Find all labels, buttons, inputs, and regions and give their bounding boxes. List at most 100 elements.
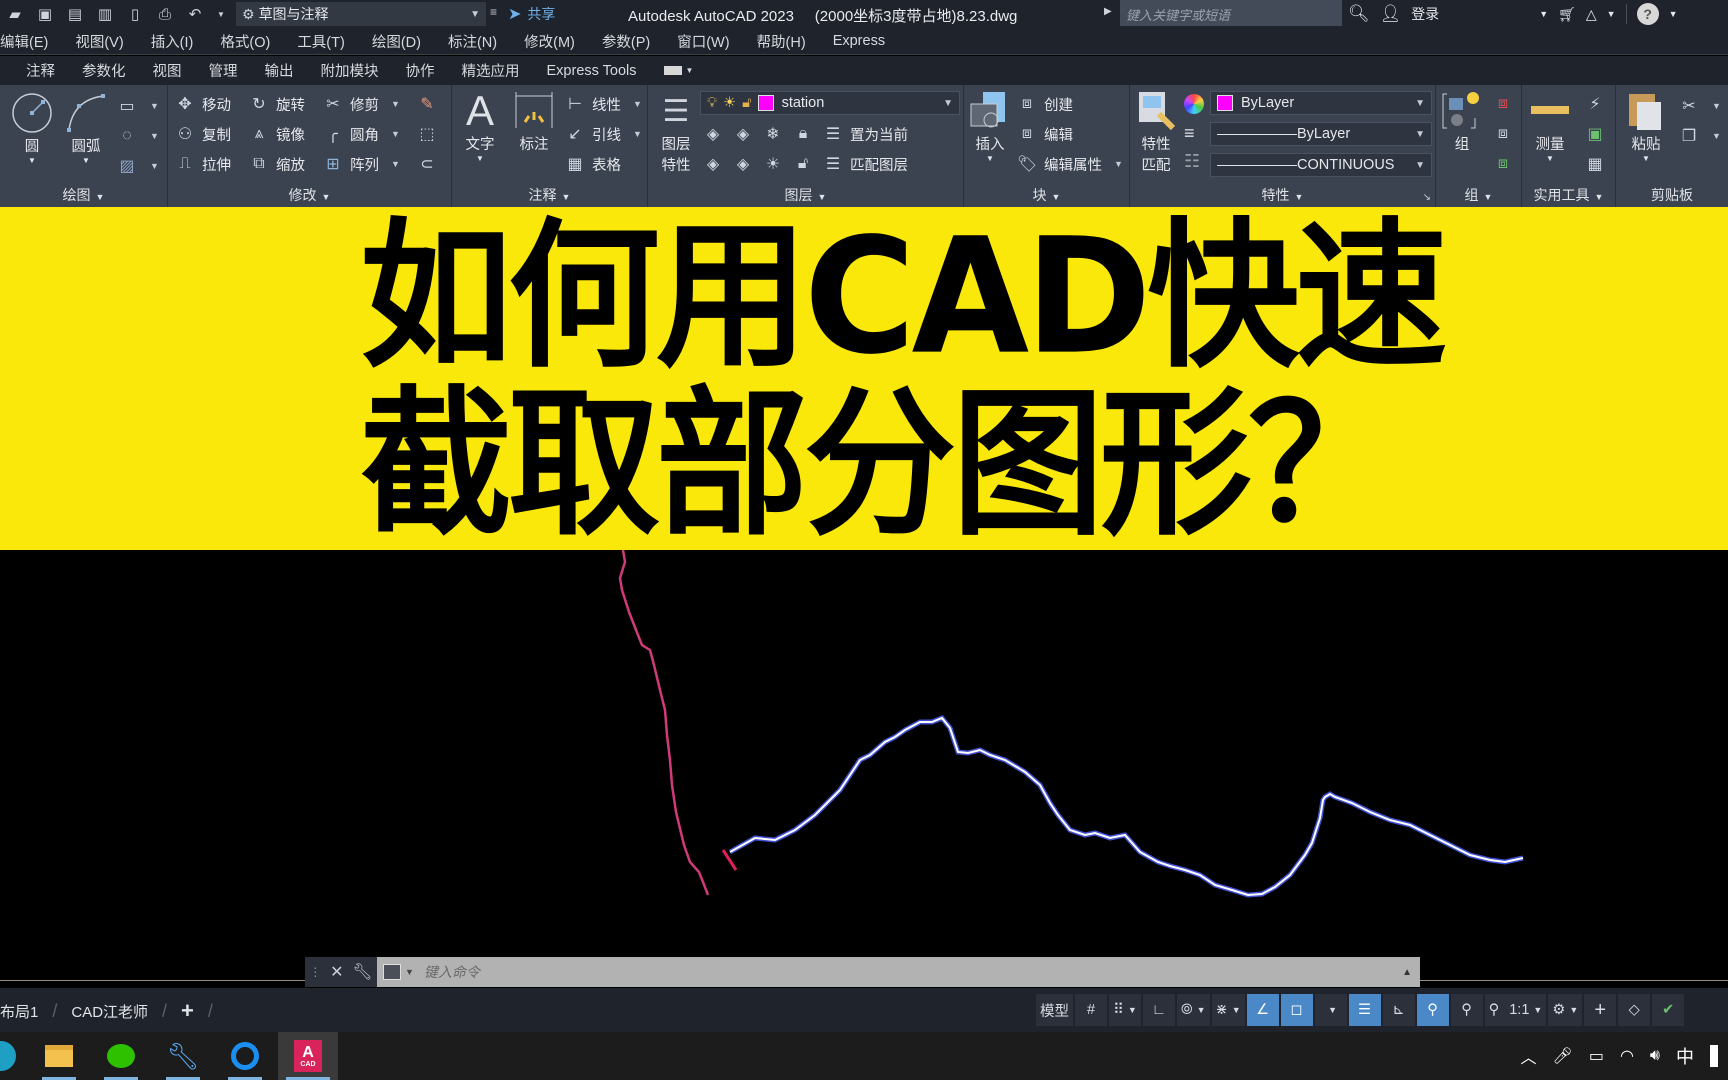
ime-indicator[interactable]: 中	[1676, 1043, 1694, 1069]
trim-button[interactable]: ✂ 修剪 ▼	[322, 93, 400, 115]
panel-annotation-label[interactable]: 注释 ▼	[452, 185, 647, 205]
layer-dropdown[interactable]: 💡︎ ☀ 🔓︎ station ▼	[700, 91, 960, 115]
dimension-button[interactable]: 标注	[512, 89, 556, 154]
search-expand-icon[interactable]: ▶	[1104, 6, 1112, 17]
menu-dimension[interactable]: 标注(N)	[448, 31, 497, 52]
erase-button[interactable]: ✎	[416, 93, 438, 115]
polar-button[interactable]: ⦾ ▼	[1177, 994, 1210, 1026]
tab-layout1[interactable]: 布局1	[0, 1001, 38, 1022]
rotate-button[interactable]: ↻ 旋转	[248, 93, 305, 115]
signin-label[interactable]: 登录	[1411, 4, 1439, 24]
battery-icon[interactable]: ▭	[1589, 1046, 1604, 1066]
layer-lock-button[interactable]: 🔒︎	[792, 123, 814, 145]
tab-express-tools[interactable]: Express Tools	[547, 63, 637, 79]
help-icon[interactable]: ?	[1636, 3, 1659, 25]
explode-button[interactable]: ⬚	[416, 123, 438, 145]
copy-button[interactable]: ⚇ 复制	[174, 123, 231, 145]
make-current-button[interactable]: ☰ 置为当前	[822, 123, 908, 145]
move-button[interactable]: ✥ 移动	[174, 93, 231, 115]
fillet-button[interactable]: ╭ 圆角 ▼	[322, 123, 400, 145]
workspace-switcher[interactable]: ⚙ 草图与注释 ▼	[236, 2, 486, 26]
copy-clip-button[interactable]: ❐ ▼	[1678, 125, 1721, 147]
plot-icon[interactable]: ⎙	[154, 3, 176, 25]
group-edit-button[interactable]: ⧈	[1492, 123, 1514, 145]
taskbar-qq-browser[interactable]	[220, 1032, 270, 1080]
command-history-up-icon[interactable]: ▲	[1402, 967, 1412, 978]
autodesk-app-icon[interactable]: △	[1586, 6, 1597, 23]
taskbar-wechat[interactable]	[96, 1032, 146, 1080]
search-icon[interactable]: 🔍︎	[1348, 4, 1370, 24]
user-icon[interactable]: 👤︎	[1380, 4, 1402, 24]
command-line-handle[interactable]: ⋮ ✕ 🔧︎	[305, 957, 377, 987]
match-properties-button[interactable]: 特性 匹配	[1134, 89, 1178, 175]
clean-screen-button[interactable]: ✔	[1652, 994, 1685, 1026]
notification-icon[interactable]	[1710, 1045, 1718, 1067]
app-dropdown-icon[interactable]: ▼	[1607, 9, 1616, 19]
dialog-launcher-icon[interactable]: ↘	[1423, 192, 1431, 203]
object-snap-button[interactable]: ◻	[1280, 994, 1313, 1026]
close-icon[interactable]: ✕	[330, 962, 343, 982]
lineweight-dropdown[interactable]: ByLayer ▼	[1210, 122, 1432, 146]
grid-button[interactable]: #	[1075, 994, 1107, 1026]
arc-button[interactable]: 圆弧 ▼	[64, 91, 108, 165]
ribbon-minimize-dropdown-icon[interactable]: ▼	[686, 66, 694, 75]
show-hidden-icons-icon[interactable]: ︿	[1520, 1044, 1536, 1068]
wifi-icon[interactable]: ◠	[1620, 1046, 1634, 1066]
panel-properties-label[interactable]: 特性 ▼	[1130, 185, 1435, 205]
rectangle-button[interactable]: ▭ ▼	[116, 95, 158, 117]
share-drawing-icon[interactable]: ▯	[124, 3, 146, 25]
terminal-icon[interactable]	[383, 964, 401, 980]
annotation-visibility-button[interactable]: ⚲	[1416, 994, 1449, 1026]
tab-collaborate[interactable]: 协作	[406, 60, 435, 81]
tab-parametric[interactable]: 参数化	[82, 60, 126, 81]
tab-addins[interactable]: 附加模块	[321, 60, 379, 81]
layer-thaw-button[interactable]: ☀	[762, 153, 784, 175]
signin-dropdown-icon[interactable]: ▼	[1539, 9, 1548, 19]
add-layout-button[interactable]: +	[181, 998, 194, 1024]
tab-featured-apps[interactable]: 精选应用	[462, 60, 520, 81]
recent-commands-dropdown-icon[interactable]: ▼	[405, 967, 414, 977]
ellipse-button[interactable]: ◌ ▼	[116, 125, 159, 147]
quick-select-button[interactable]: ⚡	[1584, 93, 1606, 115]
panel-draw-label[interactable]: 绘图 ▼	[0, 185, 167, 205]
calculator-button[interactable]: ▦	[1584, 153, 1606, 175]
leader-button[interactable]: ↙ 引线 ▼	[564, 123, 642, 145]
array-button[interactable]: ⊞ 阵列 ▼	[322, 153, 400, 175]
taskbar-autocad[interactable]: A CAD	[278, 1032, 338, 1080]
menu-help[interactable]: 帮助(H)	[757, 31, 806, 52]
snap-button[interactable]: ⠿ ▼	[1109, 994, 1141, 1026]
save-as-icon[interactable]: ▤	[64, 3, 86, 25]
tab-annotate[interactable]: 注释	[26, 60, 55, 81]
taskbar-edge[interactable]	[0, 1032, 26, 1080]
match-layer-button[interactable]: ☰ 匹配图层	[822, 153, 908, 175]
undo-icon[interactable]: ↶	[184, 3, 206, 25]
edit-attributes-button[interactable]: 🏷︎ 编辑属性 ▼	[1016, 153, 1123, 175]
ortho-button[interactable]: ∟	[1143, 994, 1175, 1026]
grip-icon[interactable]: ⋮	[309, 965, 321, 979]
text-button[interactable]: A 文字 ▼	[458, 87, 502, 163]
hatch-button[interactable]: ▨ ▼	[116, 155, 158, 177]
insert-button[interactable]: 插入 ▼	[968, 89, 1012, 163]
object-snap-tracking-button[interactable]: ∠	[1246, 994, 1279, 1026]
command-input[interactable]: ▼ 键入命令 ▲	[377, 957, 1420, 987]
layer-isolate-button[interactable]: ◈	[732, 123, 754, 145]
offset-button[interactable]: ⊂	[416, 153, 438, 175]
layer-unlock-button[interactable]: 🔓︎	[792, 153, 814, 175]
panel-groups-label[interactable]: 组 ▼	[1436, 185, 1521, 205]
menu-modify[interactable]: 修改(M)	[524, 31, 575, 52]
scale-button[interactable]: ⧉ 缩放	[248, 153, 305, 175]
paste-button[interactable]: 粘贴 ▼	[1624, 89, 1668, 163]
create-block-button[interactable]: ⧈ 创建	[1016, 93, 1073, 115]
open-icon[interactable]: ▰	[4, 3, 26, 25]
volume-icon[interactable]: 🔊︎	[1650, 1047, 1660, 1065]
isolate-objects-button[interactable]: ◇	[1618, 994, 1651, 1026]
tab-output[interactable]: 输出	[265, 60, 294, 81]
customize-toolbar-icon[interactable]: ≡	[490, 5, 497, 19]
layer-off-button[interactable]: ◈	[702, 123, 724, 145]
help-dropdown-icon[interactable]: ▼	[1669, 9, 1678, 19]
cut-button[interactable]: ✂ ▼	[1678, 95, 1721, 117]
annotation-monitor-button[interactable]: +	[1584, 994, 1617, 1026]
group-select-button[interactable]: ⧈	[1492, 153, 1514, 175]
panel-layers-label[interactable]: 图层 ▼	[648, 185, 963, 205]
tab-cad-jiang[interactable]: CAD江老师	[71, 1001, 148, 1022]
